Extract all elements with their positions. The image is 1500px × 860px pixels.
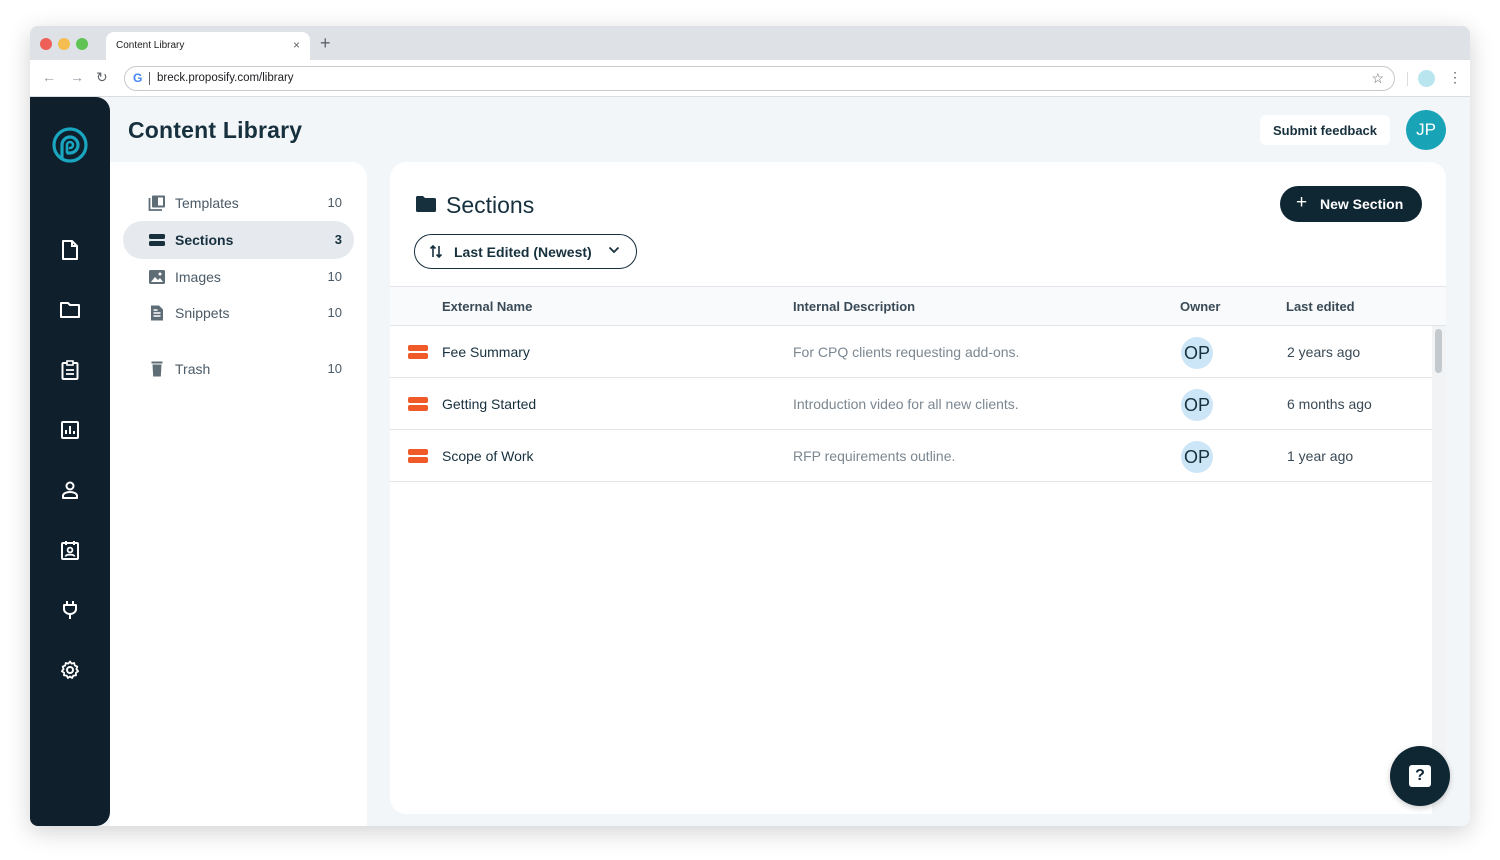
row-last-edited: 2 years ago — [1287, 344, 1361, 360]
documents-icon[interactable] — [58, 238, 82, 262]
browser-tab[interactable]: Content Library × — [106, 32, 310, 60]
app: Content Library Submit feedback JP Templ… — [30, 97, 1470, 826]
row-external-name: Getting Started — [442, 396, 537, 412]
image-icon — [149, 270, 165, 284]
submit-feedback-button[interactable]: Submit feedback — [1260, 115, 1390, 145]
table-row[interactable]: Scope of Work RFP requirements outline. … — [390, 430, 1432, 482]
bookmark-star-icon[interactable]: ☆ — [1371, 70, 1384, 87]
library-nav-count: 3 — [334, 232, 342, 247]
row-last-edited: 1 year ago — [1287, 448, 1354, 464]
library-nav-label: Sections — [175, 232, 234, 248]
forward-arrow-icon[interactable]: → — [70, 69, 84, 85]
library-nav: Templates 10 Sections 3 Images 10 Snippe… — [110, 162, 367, 826]
chevron-down-icon — [608, 246, 620, 254]
browser-window: Content Library × + ← → ↻ G breck.propos… — [30, 26, 1470, 826]
library-nav-label: Templates — [175, 195, 239, 211]
table-header: External Name Internal Description Owner… — [390, 286, 1446, 326]
column-header-external-name[interactable]: External Name — [442, 299, 532, 314]
browser-menu-icon[interactable]: ⋮ — [1448, 69, 1462, 85]
sort-dropdown[interactable]: Last Edited (Newest) — [414, 234, 637, 269]
new-tab-button[interactable]: + — [320, 34, 331, 52]
row-last-edited: 6 months ago — [1287, 396, 1372, 412]
owner-avatar: OP — [1181, 337, 1213, 369]
library-nav-item-images[interactable]: Images 10 — [123, 258, 354, 296]
column-header-internal-description[interactable]: Internal Description — [793, 299, 915, 314]
maximize-window-button[interactable] — [76, 38, 88, 50]
page-title: Content Library — [128, 117, 303, 143]
help-icon: ? — [1409, 765, 1431, 787]
settings-gear-icon[interactable] — [58, 658, 82, 682]
folder-icon — [416, 196, 436, 212]
library-nav-count: 10 — [327, 195, 342, 210]
row-external-name: Scope of Work — [442, 448, 534, 464]
library-nav-item-templates[interactable]: Templates 10 — [123, 184, 354, 222]
library-nav-item-snippets[interactable]: Snippets 10 — [123, 294, 354, 332]
library-nav-count: 10 — [327, 269, 342, 284]
library-nav-count: 10 — [327, 361, 342, 376]
sort-label: Last Edited (Newest) — [454, 244, 592, 260]
url-separator — [149, 72, 150, 85]
section-icon — [408, 345, 428, 359]
new-section-button[interactable]: + New Section — [1280, 186, 1422, 222]
templates-icon — [148, 195, 165, 211]
owner-avatar: OP — [1181, 441, 1213, 473]
row-external-name: Fee Summary — [442, 344, 530, 360]
folder-icon[interactable] — [58, 298, 82, 322]
contact-card-icon[interactable] — [58, 538, 82, 562]
tab-close-icon[interactable]: × — [293, 38, 300, 52]
browser-toolbar: ← → ↻ G breck.proposify.com/library ☆ ⋮ — [30, 60, 1470, 97]
back-arrow-icon[interactable]: ← — [42, 69, 56, 85]
trash-icon — [151, 361, 163, 377]
toolbar-divider — [1407, 72, 1408, 86]
snippet-icon — [151, 305, 163, 321]
column-header-last-edited[interactable]: Last edited — [1286, 299, 1355, 314]
column-header-owner[interactable]: Owner — [1180, 299, 1220, 314]
close-window-button[interactable] — [40, 38, 52, 50]
library-nav-label: Snippets — [175, 305, 230, 321]
help-button[interactable]: ? — [1390, 746, 1450, 806]
library-nav-count: 10 — [327, 305, 342, 320]
library-nav-label: Trash — [175, 361, 211, 377]
section-icon — [408, 397, 428, 411]
minimize-window-button[interactable] — [58, 38, 70, 50]
sort-arrows-icon — [429, 244, 443, 259]
row-internal-description: RFP requirements outline. — [793, 448, 956, 464]
address-bar[interactable]: G breck.proposify.com/library ☆ — [124, 66, 1395, 91]
sections-icon — [149, 234, 165, 246]
browser-tab-title: Content Library — [116, 40, 185, 51]
section-icon — [408, 449, 428, 463]
scrollbar-thumb[interactable] — [1435, 329, 1442, 373]
library-nav-item-sections[interactable]: Sections 3 — [123, 221, 354, 259]
row-internal-description: Introduction video for all new clients. — [793, 396, 1019, 412]
library-nav-item-trash[interactable]: Trash 10 — [123, 350, 354, 388]
sections-panel: Sections + New Section Last Edited (Newe… — [390, 162, 1446, 814]
integrations-plug-icon[interactable] — [58, 598, 82, 622]
proposify-logo-icon[interactable] — [50, 125, 90, 165]
scrollbar[interactable] — [1432, 326, 1446, 814]
browser-profile-icon[interactable] — [1418, 70, 1435, 87]
library-nav-label: Images — [175, 269, 221, 285]
table-row[interactable]: Fee Summary For CPQ clients requesting a… — [390, 326, 1432, 378]
url-text[interactable]: breck.proposify.com/library — [157, 72, 294, 84]
row-internal-description: For CPQ clients requesting add-ons. — [793, 344, 1020, 360]
panel-title: Sections — [446, 192, 535, 218]
reload-icon[interactable]: ↻ — [96, 69, 108, 85]
google-icon: G — [133, 71, 143, 85]
reports-icon[interactable] — [58, 418, 82, 442]
table-row[interactable]: Getting Started Introduction video for a… — [390, 378, 1432, 430]
icon-rail — [30, 97, 110, 826]
contacts-icon[interactable] — [58, 478, 82, 502]
user-avatar[interactable]: JP — [1406, 110, 1446, 150]
plus-icon: + — [1296, 192, 1308, 213]
owner-avatar: OP — [1181, 389, 1213, 421]
clipboard-icon[interactable] — [58, 358, 82, 382]
tab-strip: Content Library × + — [30, 26, 1470, 60]
new-section-label: New Section — [1320, 196, 1404, 212]
